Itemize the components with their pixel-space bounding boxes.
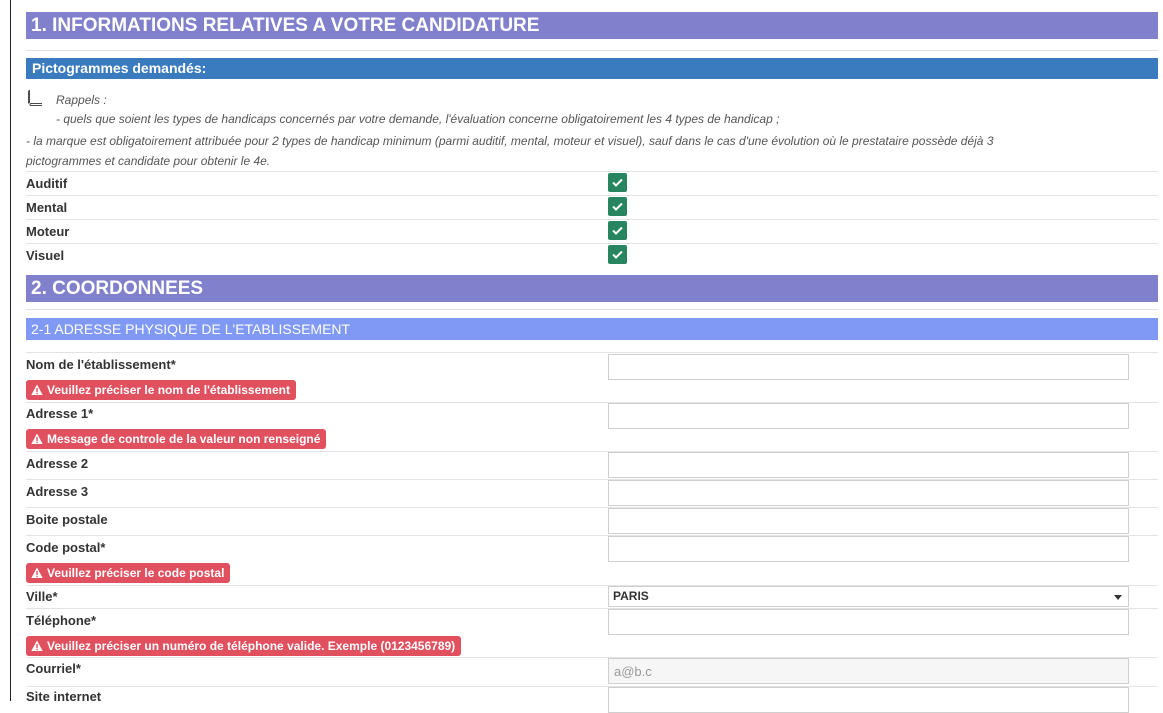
address1-label: Adresse 1*: [26, 406, 94, 421]
postal-code-error: Veuillez préciser le code postal: [26, 563, 231, 583]
po-box-input[interactable]: [608, 508, 1129, 534]
reminder-line: - la marque est obligatoirement attribué…: [26, 134, 994, 148]
section2-header: 2. COORDONNEES: [26, 275, 1158, 302]
divider: [26, 309, 1158, 310]
website-label: Site internet: [26, 689, 102, 704]
email-label: Courriel*: [26, 661, 81, 676]
reminder-title: Rappels :: [56, 93, 107, 107]
postal-code-label: Code postal*: [26, 540, 106, 555]
pictograms-header: Pictogrammes demandés:: [26, 58, 1158, 79]
city-select[interactable]: PARIS: [608, 586, 1129, 607]
city-label: Ville*: [26, 589, 58, 604]
address2-label: Adresse 2: [26, 456, 89, 471]
postal-code-input[interactable]: [608, 536, 1129, 562]
establishment-name-input[interactable]: [608, 354, 1129, 380]
address-subsection-header: 2-1 ADRESSE PHYSIQUE DE L'ETABLISSEMENT: [26, 318, 1158, 340]
phone-label: Téléphone*: [26, 613, 97, 628]
error-text: Veuillez préciser le nom de l'établissem…: [47, 383, 290, 397]
warning-icon: [31, 640, 43, 651]
picto-label-mental: Mental: [26, 200, 68, 215]
email-input[interactable]: [608, 658, 1129, 684]
error-text: Veuillez préciser un numéro de téléphone…: [47, 639, 456, 653]
error-text: Message de controle de la valeur non ren…: [47, 432, 321, 446]
address3-input[interactable]: [608, 480, 1129, 506]
picto-label-visuel: Visuel: [26, 248, 65, 263]
section1-header: 1. INFORMATIONS RELATIVES A VOTRE CANDID…: [26, 12, 1158, 39]
establishment-name-label: Nom de l'établissement*: [26, 357, 176, 372]
check-icon: [612, 226, 623, 235]
dropdown-caret-icon: [1114, 595, 1122, 600]
po-box-label: Boite postale: [26, 512, 108, 527]
phone-input[interactable]: [608, 609, 1129, 635]
error-text: Veuillez préciser le code postal: [47, 566, 225, 580]
warning-icon: [31, 433, 43, 444]
warning-icon: [31, 384, 43, 395]
book-icon: [26, 89, 44, 107]
check-icon: [612, 202, 623, 211]
checkbox-visuel[interactable]: [608, 245, 627, 264]
divider: [26, 219, 1158, 220]
divider: [26, 195, 1158, 196]
checkbox-mental[interactable]: [608, 197, 627, 216]
check-icon: [612, 178, 623, 187]
website-input[interactable]: [608, 687, 1129, 713]
divider: [26, 243, 1158, 244]
checkbox-auditif[interactable]: [608, 173, 627, 192]
establishment-name-error: Veuillez préciser le nom de l'établissem…: [26, 380, 296, 400]
warning-icon: [31, 567, 43, 578]
page-left-border: [10, 0, 11, 701]
address1-input[interactable]: [608, 403, 1129, 429]
checkbox-moteur[interactable]: [608, 221, 627, 240]
address2-input[interactable]: [608, 452, 1129, 478]
divider: [26, 50, 1158, 51]
address1-error: Message de controle de la valeur non ren…: [26, 429, 327, 449]
reminder-line: - quels que soient les types de handicap…: [56, 112, 780, 126]
city-selected-value: PARIS: [613, 589, 649, 603]
phone-error: Veuillez préciser un numéro de téléphone…: [26, 636, 462, 656]
address3-label: Adresse 3: [26, 484, 89, 499]
picto-label-moteur: Moteur: [26, 224, 70, 239]
picto-label-auditif: Auditif: [26, 176, 68, 191]
reminder-line: pictogrammes et candidate pour obtenir l…: [26, 154, 271, 168]
divider: [26, 352, 1158, 353]
divider: [26, 171, 1158, 172]
check-icon: [612, 250, 623, 259]
